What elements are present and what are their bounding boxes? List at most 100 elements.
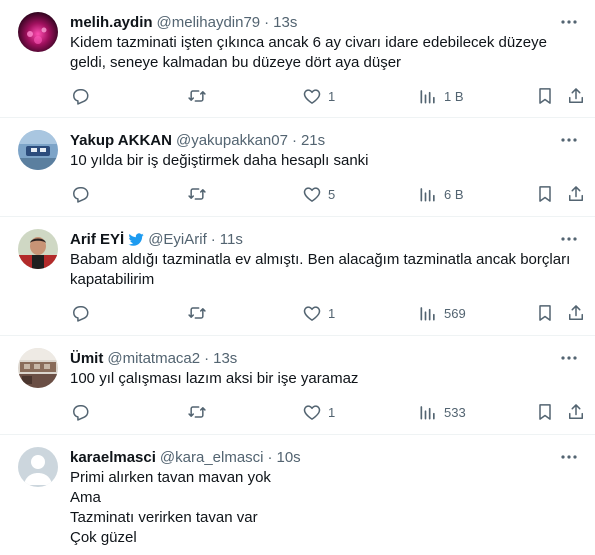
user-handle[interactable]: @yakupakkan07 — [176, 132, 288, 149]
share-button[interactable] — [566, 303, 586, 323]
tweet-text: 100 yıl çalışması lazım aksi bir işe yar… — [70, 369, 580, 389]
views-button[interactable]: 1 B — [418, 86, 464, 106]
avatar[interactable] — [18, 229, 58, 269]
timestamp[interactable]: 13s — [213, 350, 237, 367]
action-bar: 1 1 B — [70, 86, 590, 106]
more-icon[interactable] — [559, 130, 579, 150]
retweet-button[interactable] — [187, 86, 213, 106]
views-count: 533 — [444, 404, 466, 420]
more-icon[interactable] — [559, 348, 579, 368]
tweet-text-line: 10 yılda bir iş değiştirmek daha hesaplı… — [70, 152, 369, 169]
tweet[interactable]: karaelmasci @kara_elmasci · 10s Primi al… — [0, 435, 595, 555]
bookmark-button[interactable] — [535, 184, 555, 204]
retweet-icon — [188, 188, 206, 200]
reply-icon — [73, 187, 89, 203]
like-icon — [303, 306, 321, 321]
avatar[interactable] — [18, 348, 58, 388]
display-name[interactable]: Ümit — [70, 350, 103, 367]
display-name[interactable]: karaelmasci — [70, 449, 156, 466]
tweet-text-line: Kidem tazminati işten çıkınca ancak 6 ay… — [70, 34, 547, 51]
tweet[interactable]: Ümit @mitatmaca2 · 13s 100 yıl çalışması… — [0, 336, 595, 435]
bookmark-button[interactable] — [535, 86, 555, 106]
user-handle[interactable]: @mitatmaca2 — [107, 350, 200, 367]
like-icon — [303, 187, 321, 202]
tweet-text-line: 100 yıl çalışması lazım aksi bir işe yar… — [70, 370, 359, 387]
bookmark-button[interactable] — [535, 303, 555, 323]
reply-icon — [73, 306, 89, 322]
tweet-text-line: Tazminatı verirken tavan var — [70, 509, 258, 526]
tweet-text: 10 yılda bir iş değiştirmek daha hesaplı… — [70, 151, 580, 171]
like-count: 1 — [328, 404, 336, 420]
more-icon[interactable] — [559, 229, 579, 249]
share-button[interactable] — [566, 402, 586, 422]
like-icon — [303, 405, 321, 420]
user-handle[interactable]: @EyiArif — [148, 231, 207, 248]
views-button[interactable]: 6 B — [418, 184, 464, 204]
views-count: 1 B — [444, 88, 464, 104]
share-button[interactable] — [566, 184, 586, 204]
avatar[interactable] — [18, 12, 58, 52]
like-icon — [303, 89, 321, 104]
retweet-button[interactable] — [187, 184, 213, 204]
views-count: 6 B — [444, 186, 464, 202]
retweet-button[interactable] — [187, 402, 213, 422]
tweet-header: Arif EYİ @EyiArif · 11s — [70, 229, 243, 249]
tweet-text-line: Babam aldığı tazminatla ev almıştı. Ben … — [70, 251, 571, 268]
tweet-text-line: Ama — [70, 489, 101, 506]
views-button[interactable]: 533 — [418, 402, 466, 422]
tweet[interactable]: Yakup AKKAN @yakupakkan07 · 21s 10 yılda… — [0, 118, 595, 217]
reply-icon — [73, 405, 89, 421]
verified-icon — [128, 231, 144, 247]
tweet-header: melih.aydin @melihaydin79 · 13s — [70, 12, 297, 32]
bookmark-icon — [539, 88, 551, 104]
tweet-text-line: Çok güzel — [70, 529, 137, 546]
tweet-text-line: geldi, seneye kalmadan bu düzeye dört ay… — [70, 54, 402, 71]
tweet[interactable]: Arif EYİ @EyiArif · 11s Babam aldığı taz… — [0, 217, 595, 336]
tweet-text: Babam aldığı tazminatla ev almıştı. Ben … — [70, 250, 580, 290]
like-button[interactable]: 1 — [302, 303, 335, 323]
like-button[interactable]: 1 — [302, 402, 335, 422]
timestamp[interactable]: 21s — [301, 132, 325, 149]
more-icon[interactable] — [559, 12, 579, 32]
views-icon — [420, 188, 435, 202]
views-icon — [420, 90, 435, 104]
reply-button[interactable] — [70, 184, 96, 204]
reply-button[interactable] — [70, 402, 96, 422]
views-button[interactable]: 569 — [418, 303, 466, 323]
display-name[interactable]: Arif EYİ — [70, 231, 124, 248]
avatar[interactable] — [18, 447, 58, 487]
separator-dot: · — [264, 13, 270, 31]
user-handle[interactable]: @kara_elmasci — [160, 449, 264, 466]
timestamp[interactable]: 13s — [273, 14, 297, 31]
more-icon[interactable] — [559, 447, 579, 467]
timestamp[interactable]: 10s — [277, 449, 301, 466]
like-button[interactable]: 1 — [302, 86, 335, 106]
display-name[interactable]: Yakup AKKAN — [70, 132, 172, 149]
retweet-icon — [188, 90, 206, 102]
share-icon — [569, 404, 583, 419]
separator-dot: · — [267, 448, 273, 466]
views-icon — [420, 307, 435, 321]
bookmark-button[interactable] — [535, 402, 555, 422]
reply-button[interactable] — [70, 303, 96, 323]
tweet[interactable]: melih.aydin @melihaydin79 · 13s Kidem ta… — [0, 0, 595, 118]
action-bar: 1 569 — [70, 303, 590, 323]
retweet-button[interactable] — [187, 303, 213, 323]
user-handle[interactable]: @melihaydin79 — [157, 14, 261, 31]
tweet-text: Kidem tazminati işten çıkınca ancak 6 ay… — [70, 33, 580, 73]
share-icon — [569, 305, 583, 320]
display-name[interactable]: melih.aydin — [70, 14, 153, 31]
timestamp[interactable]: 11s — [220, 231, 243, 248]
like-button[interactable]: 5 — [302, 184, 335, 204]
tweet-header: karaelmasci @kara_elmasci · 10s — [70, 447, 301, 467]
retweet-icon — [188, 307, 206, 319]
reply-icon — [73, 89, 89, 105]
action-bar: 1 533 — [70, 402, 590, 422]
separator-dot: · — [204, 349, 210, 367]
bookmark-icon — [539, 186, 551, 202]
share-button[interactable] — [566, 86, 586, 106]
avatar[interactable] — [18, 130, 58, 170]
share-icon — [569, 186, 583, 201]
action-bar: 5 6 B — [70, 184, 590, 204]
reply-button[interactable] — [70, 86, 96, 106]
